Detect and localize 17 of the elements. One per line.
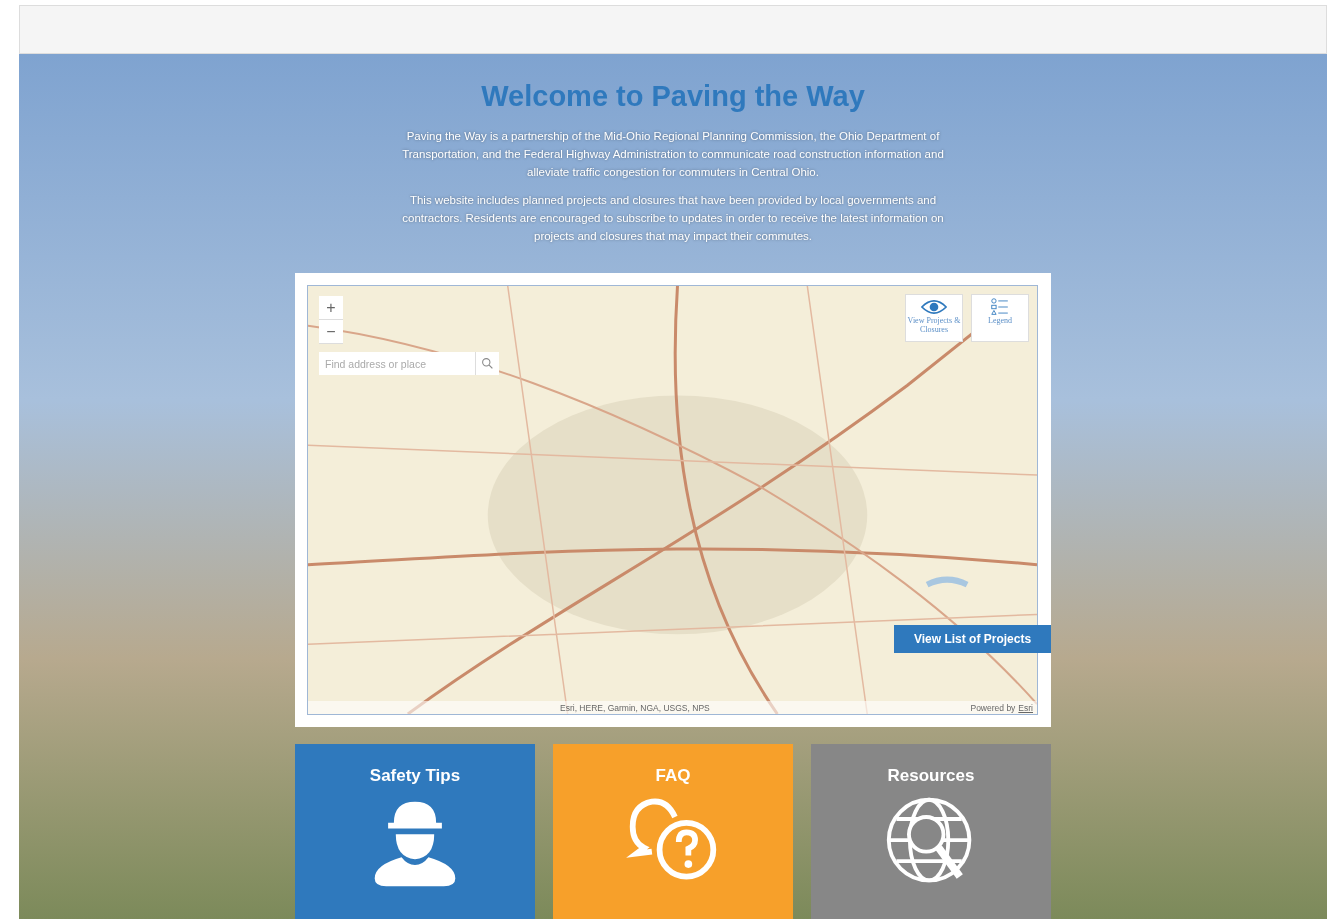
view-list-button[interactable]: View List of Projects — [894, 625, 1051, 653]
page-title: Welcome to Paving the Way — [481, 80, 865, 113]
map-tool-button[interactable]: View Projects & Closures — [905, 294, 963, 342]
zoom-in-button[interactable]: + — [319, 296, 343, 320]
zoom-out-button[interactable]: − — [319, 320, 343, 344]
powered-by-text: Powered by — [970, 702, 1016, 713]
search-button[interactable] — [475, 352, 499, 375]
nav-tile[interactable]: Safety Tips — [295, 744, 535, 919]
intro-paragraph: This website includes planned projects and closures that have been provided by local governments and contractors. Residents are encouraged to subscribe to updates in order to receive the latest information on projects and closures that may impact their commutes. — [401, 193, 945, 244]
search-icon — [481, 357, 494, 370]
esri-link[interactable]: Esri — [1018, 702, 1033, 713]
nav-tile[interactable]: Resources — [811, 744, 1051, 919]
map-tool-button[interactable]: Legend — [971, 294, 1029, 342]
intro-paragraph: Paving the Way is a partnership of the Mid-Ohio Regional Planning Commission, the Ohio Department of Transportation, and the Federal Highway Administration to communicate road construction information and alleviate traffic congestion for commuters in Central Ohio. — [401, 129, 945, 180]
search-field[interactable]: Find address or place — [319, 352, 475, 375]
map-attribution: Esri, HERE, Garmin, NGA, USGS, NPS — [560, 702, 710, 713]
eye-icon — [921, 298, 947, 316]
